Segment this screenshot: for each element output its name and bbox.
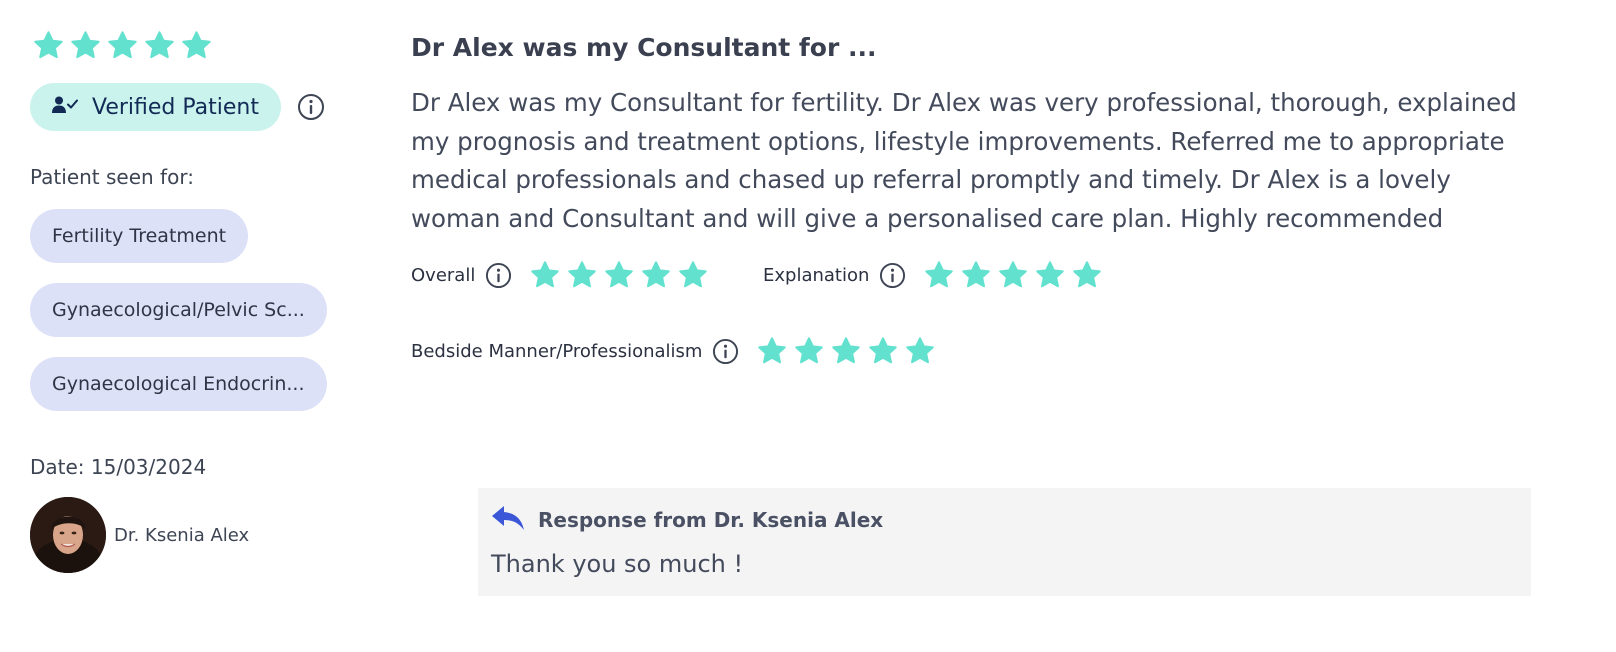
response-text: Thank you so much ! xyxy=(491,550,744,578)
star-icon xyxy=(530,260,560,290)
star-icon xyxy=(1035,260,1065,290)
treatment-tags: Fertility Treatment Gynaecological/Pelvi… xyxy=(30,209,380,411)
rating-stars xyxy=(924,260,1102,290)
rating-label: Overall xyxy=(411,264,476,286)
doctor-row: Dr. Ksenia Alex xyxy=(30,497,380,573)
star-icon xyxy=(905,336,935,366)
star-icon xyxy=(961,260,991,290)
rating-breakdown: Overall Explanation Bedside Manner/Profe… xyxy=(411,260,1531,380)
star-icon xyxy=(641,260,671,290)
star-icon xyxy=(868,336,898,366)
rating-overall: Overall xyxy=(411,260,708,290)
rating-bedside-manner: Bedside Manner/Professionalism xyxy=(411,336,935,366)
star-icon xyxy=(831,336,861,366)
star-icon xyxy=(144,30,175,61)
info-icon[interactable] xyxy=(879,262,906,289)
rating-explanation: Explanation xyxy=(763,260,1102,290)
info-icon[interactable] xyxy=(712,338,739,365)
treatment-tag: Gynaecological/Pelvic Sc... xyxy=(30,283,327,337)
review-meta-column: Verified Patient Patient seen for: Ferti… xyxy=(30,30,380,573)
treatment-tag: Fertility Treatment xyxy=(30,209,249,263)
rating-label: Bedside Manner/Professionalism xyxy=(411,340,703,362)
user-check-icon xyxy=(52,95,78,120)
review-body: Dr Alex was my Consultant for fertility.… xyxy=(411,88,1517,233)
review-date: Date: 15/03/2024 xyxy=(30,455,207,479)
star-icon xyxy=(757,336,787,366)
verified-row: Verified Patient xyxy=(30,83,380,131)
star-icon xyxy=(794,336,824,366)
verified-patient-label: Verified Patient xyxy=(92,94,259,120)
rating-label: Explanation xyxy=(763,264,870,286)
info-icon[interactable] xyxy=(485,262,512,289)
review-content: Dr Alex was my Consultant for ... Dr Ale… xyxy=(411,30,1531,380)
doctor-name[interactable]: Dr. Ksenia Alex xyxy=(114,525,249,546)
star-icon xyxy=(107,30,138,61)
star-icon xyxy=(33,30,64,61)
verified-patient-badge: Verified Patient xyxy=(30,83,281,131)
response-title: Response from Dr. Ksenia Alex xyxy=(538,508,884,532)
rating-stars xyxy=(757,336,935,366)
star-icon xyxy=(924,260,954,290)
avatar xyxy=(30,497,106,573)
star-icon xyxy=(567,260,597,290)
star-icon xyxy=(604,260,634,290)
star-icon xyxy=(70,30,101,61)
star-icon xyxy=(1072,260,1102,290)
doctor-response: Response from Dr. Ksenia Alex Thank you … xyxy=(478,488,1531,596)
overall-star-rating xyxy=(33,30,380,61)
treatment-tag: Gynaecological Endocrin... xyxy=(30,357,327,411)
star-icon xyxy=(998,260,1028,290)
rating-stars xyxy=(530,260,708,290)
star-icon xyxy=(181,30,212,61)
review-title: Dr Alex was my Consultant for ... xyxy=(411,33,877,62)
response-header: Response from Dr. Ksenia Alex xyxy=(490,504,883,536)
info-icon[interactable] xyxy=(297,93,325,121)
reply-arrow-icon xyxy=(490,504,526,536)
star-icon xyxy=(678,260,708,290)
patient-seen-for-label: Patient seen for: xyxy=(30,165,194,189)
